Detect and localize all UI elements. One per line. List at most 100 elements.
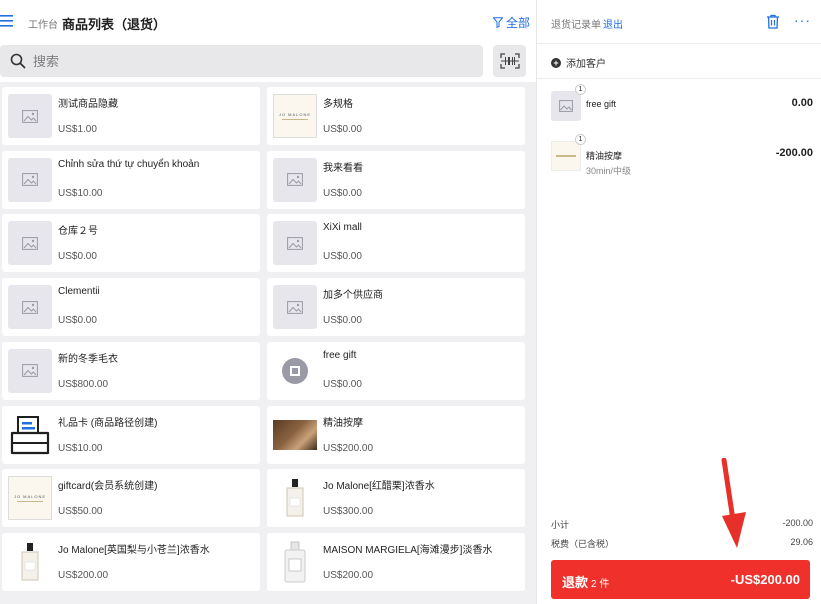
product-card[interactable]: 仓库２号 US$0.00: [2, 214, 260, 273]
product-card[interactable]: Jo Malone[红醋栗]浓香水 US$300.00: [267, 469, 525, 528]
product-name: XiXi mall: [323, 222, 362, 234]
image-placeholder-icon: [8, 348, 52, 393]
product-card[interactable]: 礼品卡 (商品路径创建) US$10.00: [2, 405, 260, 464]
gift-icon: [273, 349, 317, 393]
product-card[interactable]: 新的冬季毛衣 US$800.00: [2, 341, 260, 400]
order-title: 退货记录单: [551, 20, 601, 31]
search-input[interactable]: [33, 53, 433, 69]
product-price: US$0.00: [323, 251, 362, 263]
product-thumbnail: JO MALONE: [8, 476, 52, 521]
product-name: 礼品卡 (商品路径创建): [58, 417, 158, 429]
scan-barcode-button[interactable]: [493, 45, 526, 77]
perfume-bottle-icon: [273, 476, 317, 520]
product-name: Jo Malone[红醋栗]浓香水: [323, 481, 435, 493]
product-price: US$10.00: [58, 187, 103, 199]
quantity-badge: 1: [575, 134, 586, 145]
order-line-item[interactable]: 1 free gift 0.00: [551, 84, 813, 131]
product-card[interactable]: Chỉnh sửa thứ tự chuyển khoản US$10.00: [2, 150, 260, 209]
product-name: 测试商品隐藏: [58, 99, 118, 110]
product-list-panel: 工作台 商品列表（退货） 全部 测: [0, 0, 536, 604]
product-name: free gift: [323, 349, 357, 361]
product-name: 我来看看: [323, 162, 363, 174]
product-card[interactable]: 我来看看 US$0.00: [267, 150, 525, 209]
subtotal-value: -200.00: [782, 518, 813, 528]
product-card[interactable]: MAISON MARGIELA[海滩漫步]淡香水 US$200.00: [267, 532, 525, 591]
product-name: MAISON MARGIELA[海滩漫步]淡香水: [323, 544, 493, 556]
divider: [537, 78, 821, 79]
barcode-scan-icon: [499, 53, 520, 69]
tax-label: 税费（已含税）: [551, 539, 615, 549]
image-placeholder-icon: [273, 157, 317, 202]
product-card[interactable]: free gift US$0.00: [267, 341, 525, 400]
image-placeholder-icon: [8, 285, 52, 330]
perfume-bottle-icon: [273, 540, 317, 584]
product-card[interactable]: JO MALONE giftcard(会员系统创建) US$50.00: [2, 469, 260, 528]
annotation-arrow-icon: [721, 458, 746, 548]
filter-all-button[interactable]: 全部: [493, 14, 530, 31]
product-price: US$200.00: [323, 569, 374, 581]
product-card[interactable]: 加多个供应商 US$0.00: [267, 278, 525, 337]
subtotal-label: 小计: [551, 520, 570, 530]
add-customer-label: 添加客户: [566, 59, 606, 70]
line-item-amount: -200.00: [775, 147, 813, 159]
product-price: US$300.00: [323, 506, 374, 518]
product-price: US$0.00: [323, 124, 362, 135]
product-price: US$800.00: [58, 378, 109, 390]
page-title: 商品列表（退货）: [62, 17, 167, 32]
product-thumbnail: JO MALONE: [273, 94, 317, 138]
product-price: US$10.00: [58, 442, 103, 454]
workbench-link[interactable]: 工作台: [28, 16, 58, 31]
image-placeholder-icon: [8, 221, 52, 266]
product-name: Jo Malone[英国梨与小苍兰]浓香水: [58, 544, 210, 556]
filter-icon: [493, 17, 503, 28]
line-item-name: 精油按摩: [586, 151, 623, 161]
product-card[interactable]: 测试商品隐藏 US$1.00: [2, 87, 260, 145]
product-name: 多规格: [323, 99, 353, 110]
line-item-name: free gift: [586, 99, 617, 109]
line-item-amount: 0.00: [791, 97, 813, 109]
top-bar: 工作台 商品列表（退货） 全部: [0, 0, 536, 44]
product-price: US$200.00: [58, 569, 109, 581]
menu-icon[interactable]: [0, 14, 14, 28]
product-photo: [273, 419, 317, 450]
image-placeholder-icon: [8, 157, 52, 202]
product-card[interactable]: XiXi mall US$0.00: [267, 214, 525, 273]
gift-card-icon: [8, 413, 52, 457]
filter-all-label: 全部: [506, 16, 531, 30]
product-card[interactable]: Jo Malone[英国梨与小苍兰]浓香水 US$200.00: [2, 532, 260, 591]
trash-icon[interactable]: [766, 14, 780, 29]
plus-icon: +: [551, 57, 561, 68]
product-name: giftcard(会员系统创建): [58, 481, 158, 493]
refund-button[interactable]: 退款 2 件 -US$200.00: [551, 560, 810, 599]
product-name: 精油按摩: [323, 417, 363, 429]
image-placeholder-icon: [8, 94, 52, 138]
product-card[interactable]: JO MALONE 多规格 US$0.00: [267, 87, 525, 145]
image-placeholder-icon: [273, 285, 317, 330]
product-card[interactable]: Clementii US$0.00: [2, 278, 260, 337]
product-price: US$200.00: [323, 442, 374, 454]
refund-label: 退款: [562, 575, 589, 590]
product-price: US$0.00: [323, 315, 362, 327]
order-header: 退货记录单 退出 ···: [537, 0, 821, 44]
line-item-variant: 30min/中级: [586, 166, 632, 176]
order-totals: 小计 -200.00 税费（已含税） 29.06: [551, 518, 813, 556]
product-card[interactable]: 精油按摩 US$200.00: [267, 405, 525, 464]
add-customer-button[interactable]: + 添加客户: [551, 55, 606, 70]
exit-button[interactable]: 退出: [603, 16, 623, 31]
product-thumbnail: [551, 141, 581, 171]
image-placeholder-icon: [551, 91, 581, 121]
search-row: [0, 44, 536, 82]
search-box[interactable]: [0, 45, 483, 77]
product-name: Chỉnh sửa thứ tự chuyển khoản: [58, 158, 200, 170]
tax-value: 29.06: [790, 537, 813, 547]
refund-count: 2 件: [591, 579, 610, 590]
more-options-button[interactable]: ···: [794, 12, 811, 28]
perfume-bottle-icon: [8, 540, 52, 584]
product-name: 加多个供应商: [323, 290, 383, 302]
product-price: US$0.00: [323, 378, 362, 390]
quantity-badge: 1: [575, 84, 586, 95]
product-price: US$0.00: [58, 315, 97, 327]
product-price: US$0.00: [58, 251, 97, 263]
product-price: US$0.00: [323, 187, 362, 199]
order-line-item[interactable]: 1 精油按摩 30min/中级 -200.00: [551, 134, 813, 181]
